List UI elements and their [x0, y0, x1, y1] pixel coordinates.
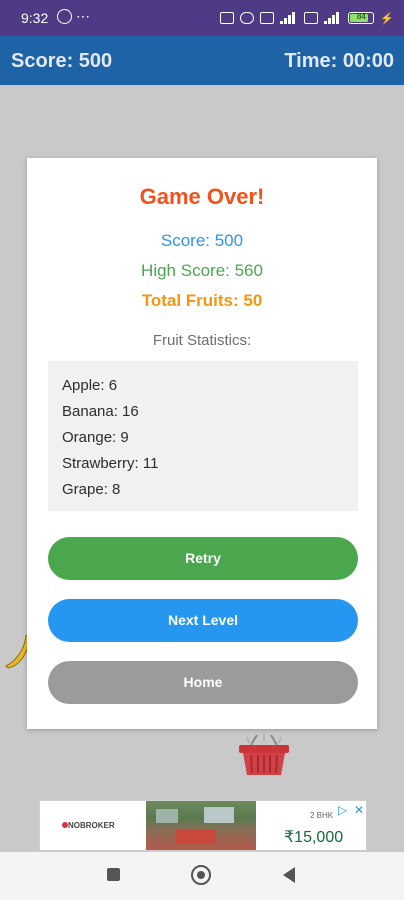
whatsapp-icon: [57, 9, 72, 24]
game-hud: Score: 500 Time: 00:00: [0, 36, 404, 85]
fruit-statistics-title: Fruit Statistics:: [152, 332, 252, 349]
battery-icon: 84: [348, 12, 375, 24]
sim-icon: [260, 12, 275, 24]
ad-banner[interactable]: NOBROKER 2 BHK ₹15,000 ▷ ✕: [39, 800, 367, 851]
home-circle-icon[interactable]: [191, 865, 211, 885]
dialog-title: Game Over!: [139, 184, 265, 209]
ad-image[interactable]: [146, 801, 256, 850]
ad-close-icon[interactable]: ✕: [354, 803, 364, 817]
hud-score: Score: 500: [11, 50, 113, 72]
battery-level: 84: [356, 12, 366, 21]
ad-image-detail: [204, 807, 234, 823]
more-notifications-icon: ⋯: [76, 8, 91, 24]
high-score: High Score: 560: [141, 261, 263, 280]
retry-button[interactable]: Retry: [48, 537, 358, 580]
signal-icon-2: [324, 12, 340, 24]
ad-choices-icon[interactable]: ▷: [338, 803, 347, 817]
ad-image-detail: [176, 829, 216, 843]
home-button[interactable]: Home: [48, 661, 358, 704]
status-icons: 84 ⚡: [220, 10, 394, 26]
next-level-button[interactable]: Next Level: [48, 599, 358, 642]
final-score: Score: 500: [160, 231, 244, 250]
fruit-stat-apple: Apple: 6: [62, 377, 118, 394]
signal-icon: [280, 12, 296, 24]
fruit-stat-banana: Banana: 16: [62, 403, 139, 420]
fruit-stat-strawberry: Strawberry: 11: [62, 455, 159, 472]
fruit-stat-orange: Orange: 9: [62, 429, 129, 446]
volte-icon: [304, 12, 319, 24]
recents-square-icon[interactable]: [107, 868, 120, 881]
total-fruits: Total Fruits: 50: [141, 291, 263, 310]
status-time: 9:32: [21, 10, 49, 26]
status-bar: 9:32 ⋯ 84 ⚡: [0, 0, 404, 36]
ad-price: ₹15,000: [284, 829, 344, 846]
ad-subtitle: 2 BHK: [310, 811, 334, 820]
back-triangle-icon[interactable]: [283, 867, 295, 883]
hd-icon: [220, 12, 235, 24]
fruit-stat-grape: Grape: 8: [62, 481, 121, 498]
fruit-statistics-list: Apple: 6 Banana: 16 Orange: 9 Strawberry…: [48, 361, 358, 511]
game-over-dialog: Game Over! Score: 500 High Score: 560 To…: [27, 158, 377, 729]
basket-icon[interactable]: [237, 733, 291, 777]
system-nav-bar: [0, 852, 404, 900]
ad-image-detail: [156, 809, 178, 823]
link-icon: [240, 12, 255, 24]
ad-brand: NOBROKER: [68, 821, 115, 830]
charging-icon: ⚡: [380, 12, 394, 25]
hud-timer: Time: 00:00: [284, 50, 394, 72]
